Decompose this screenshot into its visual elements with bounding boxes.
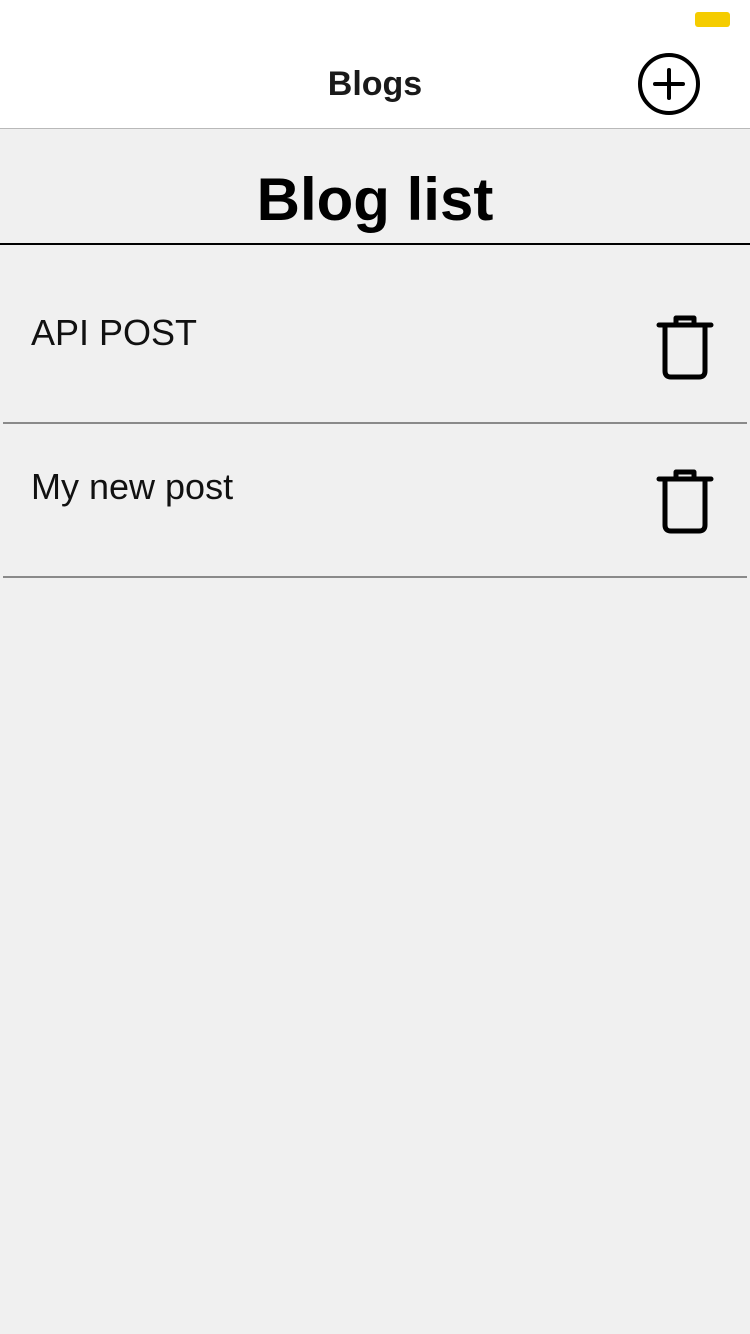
trash-icon [656,315,714,380]
page-title: Blog list [256,166,494,233]
navigation-header: Blogs [0,40,750,129]
list-item[interactable]: My new post [3,424,747,578]
list-item[interactable]: API POST [3,270,747,424]
post-title: My new post [31,466,234,507]
status-bar [0,0,750,40]
post-title: API POST [31,312,198,353]
delete-post-button[interactable] [653,313,717,381]
delete-post-button[interactable] [653,467,717,535]
blog-list-heading: Blog list [0,129,750,245]
plus-circle-icon [638,53,700,115]
add-post-button[interactable] [637,52,701,116]
battery-icon [695,12,730,27]
trash-icon [656,469,714,534]
